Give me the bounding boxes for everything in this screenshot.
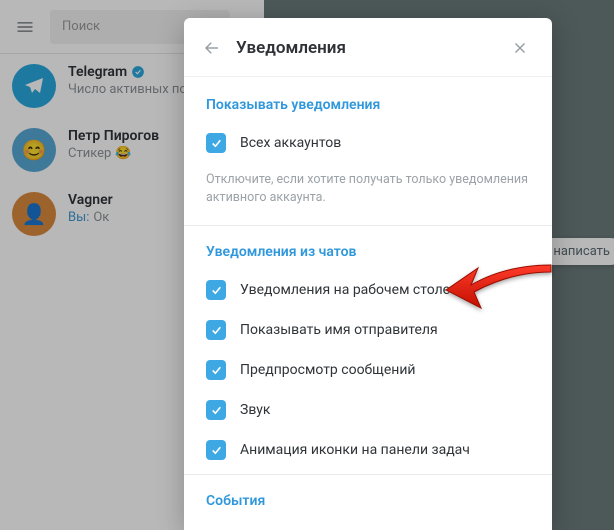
- arrow-left-icon: [203, 39, 221, 57]
- option-label: Уведомления на рабочем столе: [240, 282, 450, 298]
- modal-title: Уведомления: [236, 38, 496, 58]
- check-icon: [210, 404, 223, 417]
- checkbox[interactable]: [206, 360, 226, 380]
- section-title: Уведомления из чатов: [184, 230, 552, 270]
- check-icon: [210, 444, 223, 457]
- option-label: Всех аккаунтов: [240, 135, 341, 151]
- option-label: Звук: [240, 402, 270, 418]
- section-note: Отключите, если хотите получать только у…: [184, 163, 552, 221]
- check-icon: [210, 137, 223, 150]
- checkbox[interactable]: [206, 133, 226, 153]
- option-message-preview[interactable]: Предпросмотр сообщений: [184, 350, 552, 390]
- check-icon: [210, 364, 223, 377]
- option-sound[interactable]: Звук: [184, 390, 552, 430]
- check-icon: [210, 324, 223, 337]
- close-icon: [511, 39, 529, 57]
- option-desktop-notifications[interactable]: Уведомления на рабочем столе: [184, 270, 552, 310]
- notifications-modal: Уведомления Показывать уведомления Всех …: [184, 18, 552, 530]
- close-button[interactable]: [506, 34, 534, 62]
- checkbox[interactable]: [206, 440, 226, 460]
- divider: [184, 474, 552, 475]
- checkbox[interactable]: [206, 280, 226, 300]
- option-label: Показывать имя отправителя: [240, 322, 438, 338]
- checkbox[interactable]: [206, 320, 226, 340]
- option-all-accounts[interactable]: Всех аккаунтов: [184, 123, 552, 163]
- option-show-sender-name[interactable]: Показывать имя отправителя: [184, 310, 552, 350]
- divider: [184, 225, 552, 226]
- option-label: Предпросмотр сообщений: [240, 362, 416, 378]
- back-button[interactable]: [198, 34, 226, 62]
- check-icon: [210, 284, 223, 297]
- checkbox[interactable]: [206, 400, 226, 420]
- option-taskbar-animation[interactable]: Анимация иконки на панели задач: [184, 430, 552, 470]
- section-title: Показывать уведомления: [184, 83, 552, 123]
- option-label: Анимация иконки на панели задач: [240, 442, 470, 458]
- section-title: События: [184, 479, 552, 519]
